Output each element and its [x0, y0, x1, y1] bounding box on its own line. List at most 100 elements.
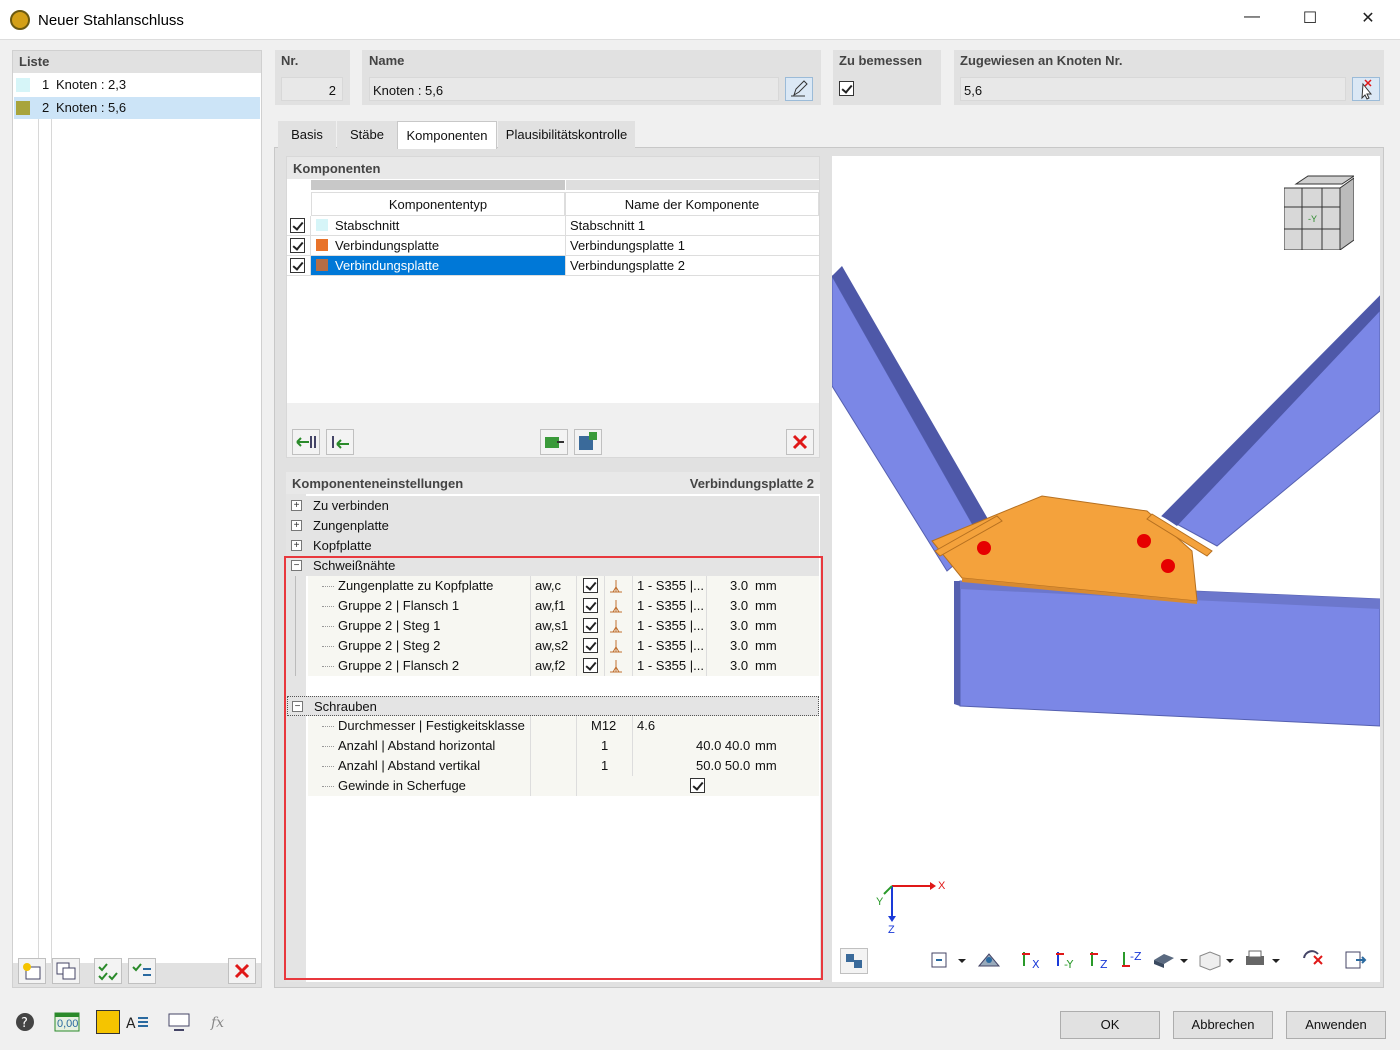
weld-material[interactable]: 1 - S355 |... — [637, 578, 704, 593]
apply-button[interactable]: Anwenden — [1286, 1011, 1386, 1039]
units-icon[interactable]: 0,00 — [54, 1010, 82, 1036]
view-sync-icon[interactable] — [840, 948, 868, 974]
color-icon[interactable] — [96, 1010, 120, 1034]
group-kopfplatte[interactable]: + Kopfplatte — [287, 536, 819, 556]
minimize-button[interactable]: — — [1240, 8, 1264, 30]
weld-value[interactable]: 3.0 — [730, 658, 748, 673]
weld-material[interactable]: 1 - S355 |... — [637, 618, 704, 633]
toggle-check-icon[interactable] — [128, 958, 156, 984]
bolt-horizontal-row[interactable]: Anzahl | Abstand horizontal 1 40.0 40.0 … — [308, 736, 819, 756]
bolt-horizontal-count[interactable]: 1 — [601, 738, 608, 753]
weld-type-icon[interactable] — [608, 618, 624, 634]
weld-checkbox[interactable] — [583, 598, 598, 613]
col-header-name[interactable]: Name der Komponente — [565, 192, 819, 216]
bolt-vertical-row[interactable]: Anzahl | Abstand vertikal 1 50.0 50.0 mm — [308, 756, 819, 776]
move-right-icon[interactable] — [326, 429, 354, 455]
list-item-knoten-5-6[interactable]: 2 Knoten : 5,6 — [14, 97, 260, 119]
weld-value[interactable]: 3.0 — [730, 618, 748, 633]
group-schrauben[interactable]: − Schrauben — [287, 696, 819, 716]
view-z-icon[interactable]: Z — [1086, 948, 1114, 974]
group-zungenplatte[interactable]: + Zungenplatte — [287, 516, 819, 536]
weld-checkbox[interactable] — [583, 658, 598, 673]
bolt-vertical-distance[interactable]: 50.0 50.0 — [696, 758, 750, 773]
weld-material[interactable]: 1 - S355 |... — [637, 658, 704, 673]
exit-view-icon[interactable] — [1342, 948, 1370, 974]
weld-row[interactable]: Gruppe 2 | Flansch 1 aw,f1 1 - S355 |...… — [308, 596, 819, 616]
check-all-icon[interactable] — [94, 958, 122, 984]
assigned-field[interactable]: 5,6 — [960, 77, 1346, 101]
viewport-3d[interactable]: -Y X Y Z — [832, 156, 1380, 982]
maximize-button[interactable]: ☐ — [1298, 8, 1322, 30]
component-checkbox[interactable] — [290, 218, 305, 233]
weld-row[interactable]: Gruppe 2 | Steg 1 aw,s1 1 - S355 |... 3.… — [308, 616, 819, 636]
weld-value[interactable]: 3.0 — [730, 578, 748, 593]
nr-field[interactable]: 2 — [281, 77, 343, 101]
tab-komponenten[interactable]: Komponenten — [397, 121, 497, 149]
render-mode-icon[interactable] — [1196, 948, 1238, 974]
delete-item-icon[interactable] — [228, 958, 256, 984]
view-minus-z-icon[interactable]: -Z — [1118, 948, 1146, 974]
ok-button[interactable]: OK — [1060, 1011, 1160, 1039]
formula-icon[interactable]: fx — [208, 1010, 236, 1036]
group-schweissnaehte[interactable]: − Schweißnähte — [287, 556, 819, 576]
tab-basis[interactable]: Basis — [278, 121, 336, 148]
weld-material[interactable]: 1 - S355 |... — [637, 598, 704, 613]
component-row[interactable]: Verbindungsplatte Verbindungsplatte 1 — [287, 236, 819, 256]
close-button[interactable]: ✕ — [1356, 8, 1380, 30]
cancel-button[interactable]: Abbrechen — [1173, 1011, 1273, 1039]
group-zu-verbinden[interactable]: + Zu verbinden — [287, 496, 819, 516]
new-item-icon[interactable] — [18, 958, 46, 984]
weld-checkbox[interactable] — [583, 578, 598, 593]
bolt-thread-row[interactable]: Gewinde in Scherfuge — [308, 776, 819, 796]
view-cube-icon[interactable]: -Y — [1283, 174, 1356, 251]
bolt-thread-checkbox[interactable] — [690, 778, 705, 793]
weld-value[interactable]: 3.0 — [730, 638, 748, 653]
weld-checkbox[interactable] — [583, 618, 598, 633]
collapse-icon[interactable]: − — [292, 701, 303, 712]
weld-type-icon[interactable] — [608, 658, 624, 674]
view-minus-y-icon[interactable]: -Y — [1052, 948, 1080, 974]
move-left-icon[interactable] — [292, 429, 320, 455]
copy-item-icon[interactable] — [52, 958, 80, 984]
weld-material[interactable]: 1 - S355 |... — [637, 638, 704, 653]
weld-checkbox[interactable] — [583, 638, 598, 653]
print-icon[interactable] — [1242, 948, 1284, 974]
component-row[interactable]: Verbindungsplatte Verbindungsplatte 2 — [287, 256, 819, 276]
tab-staebe[interactable]: Stäbe — [337, 121, 397, 148]
weld-type-icon[interactable] — [608, 598, 624, 614]
help-icon[interactable]: ? — [12, 1010, 40, 1036]
weld-row[interactable]: Gruppe 2 | Flansch 2 aw,f2 1 - S355 |...… — [308, 656, 819, 676]
tab-plausibilitaetskontrolle[interactable]: Plausibilitätskontrolle — [498, 121, 635, 148]
view-x-icon[interactable]: X — [1018, 948, 1046, 974]
expand-icon[interactable]: + — [291, 540, 302, 551]
weld-type-icon[interactable] — [608, 578, 624, 594]
edit-name-icon[interactable] — [785, 77, 813, 101]
bolt-horizontal-distance[interactable]: 40.0 40.0 — [696, 738, 750, 753]
bolt-diameter-row[interactable]: Durchmesser | Festigkeitsklasse M12 4.6 — [308, 716, 819, 736]
weld-row[interactable]: Zungenplatte zu Kopfplatte aw,c 1 - S355… — [308, 576, 819, 596]
visibility-icon[interactable] — [976, 948, 1004, 974]
bolt-grade-value[interactable]: 4.6 — [637, 718, 655, 733]
isometric-view-icon[interactable] — [1150, 948, 1192, 974]
pick-node-icon[interactable] — [1352, 77, 1380, 101]
collapse-icon[interactable]: − — [291, 560, 302, 571]
component-checkbox[interactable] — [290, 258, 305, 273]
component-row[interactable]: Stabschnitt Stabschnitt 1 — [287, 216, 819, 236]
import-component-icon[interactable] — [540, 429, 568, 455]
text-display-icon[interactable]: A — [124, 1010, 152, 1036]
col-header-type[interactable]: Komponententyp — [311, 192, 565, 216]
save-component-icon[interactable] — [574, 429, 602, 455]
list-item-knoten-2-3[interactable]: 1 Knoten : 2,3 — [14, 74, 260, 96]
reset-view-icon[interactable] — [1300, 948, 1328, 974]
bolt-diameter-value[interactable]: M12 — [591, 718, 616, 733]
component-checkbox[interactable] — [290, 238, 305, 253]
weld-row[interactable]: Gruppe 2 | Steg 2 aw,s2 1 - S355 |... 3.… — [308, 636, 819, 656]
bolt-vertical-count[interactable]: 1 — [601, 758, 608, 773]
display-options-icon[interactable] — [928, 948, 970, 974]
weld-value[interactable]: 3.0 — [730, 598, 748, 613]
zu-bemessen-checkbox[interactable] — [839, 81, 854, 96]
weld-type-icon[interactable] — [608, 638, 624, 654]
view-settings-icon[interactable] — [166, 1010, 194, 1036]
expand-icon[interactable]: + — [291, 500, 302, 511]
name-field[interactable]: Knoten : 5,6 — [369, 77, 779, 101]
